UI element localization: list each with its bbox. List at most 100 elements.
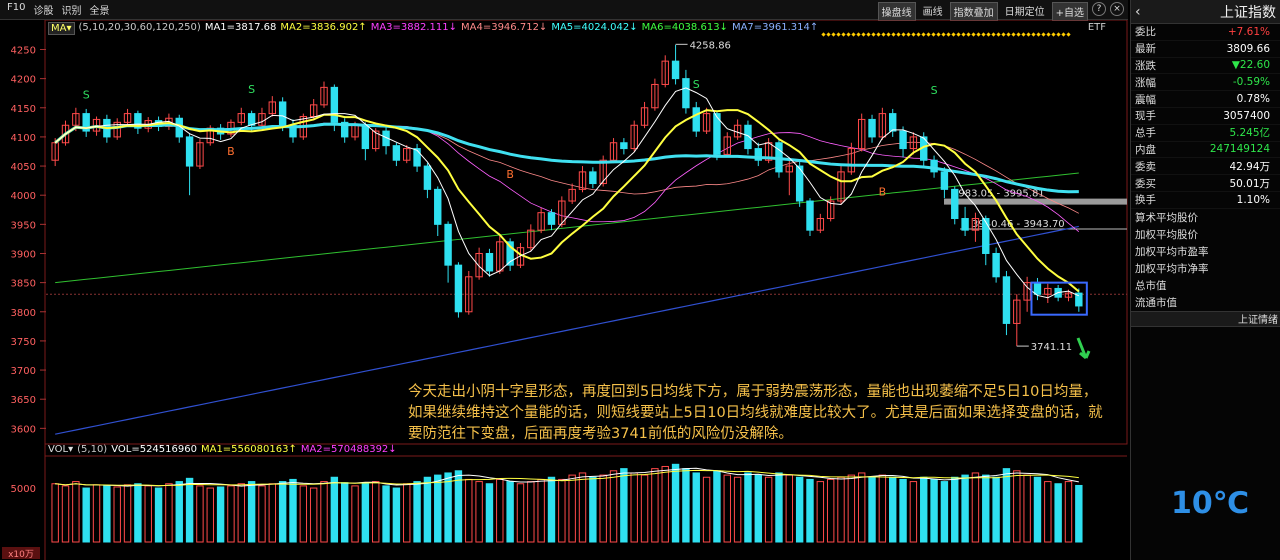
candle-body [454,264,463,313]
price-axis-label: 3800 [11,308,36,319]
quote-row: 委比 +7.61% [1131,24,1280,41]
high-price-label: 4258.86 [690,40,731,51]
signal-diamond-icon [881,32,886,37]
volume-bar [227,485,235,543]
signal-diamond-icon [1056,32,1061,37]
price-axis-label: 4200 [11,75,36,86]
signal-diamond-icon [1041,32,1046,37]
price-axis-label: 3950 [11,220,36,231]
signal-diamond-icon [1046,32,1051,37]
help-icon[interactable]: ? [1092,2,1106,16]
signal-diamond-icon [1016,32,1021,37]
signal-diamond-icon [866,32,871,37]
menu-f10[interactable]: F10 [4,2,28,17]
signal-diamond-icon [986,32,991,37]
quote-row-value: 50.01万 [1229,177,1270,190]
signal-diamond-icon [856,32,861,37]
index-overlay-dropdown[interactable]: 指数叠加 [949,2,998,21]
quote-row: 涨幅 -0.59% [1131,74,1280,92]
signal-diamond-icon [826,32,831,37]
date-locate-button[interactable]: 日期定位 [1002,2,1048,21]
volume-bar [1064,481,1073,543]
trade-line-dropdown[interactable]: 操盘线 [877,2,916,21]
candle-body [589,171,597,185]
chart-tools: 操盘线 画线 指数叠加 日期定位 +自选 ? × [877,2,1124,21]
etf-toggle[interactable]: ETF [1088,22,1106,33]
quote-rows: 委比 +7.61% 最新 3809.66 涨跌 ▼22.60 涨幅 -0.59% 震幅 0.78%… [1131,24,1280,209]
volume-bar [413,481,421,543]
volume-bar [454,470,463,543]
quote-row: 委买 50.01万 [1131,175,1280,192]
close-icon[interactable]: × [1110,2,1124,16]
volume-bar [113,486,121,543]
buy-signal-icon: B [227,145,235,158]
price-axis-label: 3900 [11,249,36,260]
volume-bar [889,476,897,543]
volume-bar [123,484,132,543]
price-axis-label: 4250 [11,45,36,56]
signal-diamond-icon [961,32,966,37]
volume-bar [1044,481,1052,543]
signal-diamond-icon [906,32,911,37]
quote-row-label: 现手 [1135,110,1156,123]
kline-chart-area: 4250 4200 4150 4100 4050 4000 3950 3900 3850 3800… [0,20,1128,560]
signal-diamond-icon [1066,32,1071,37]
candle-body [330,86,339,123]
volume-bar [951,476,959,543]
ma6-value: MA6=4038.613↓ [641,22,728,33]
quote-row: 委卖 42.94万 [1131,158,1280,176]
volume-bar [361,483,370,543]
quote-row: 现手 3057400 [1131,108,1280,125]
ma-selector[interactable]: MA▾ [48,22,75,35]
quote-row: 震幅 0.78% [1131,91,1280,108]
volume-bar [661,465,669,543]
candle-body [361,124,370,150]
signal-diamond-icon [1051,32,1056,37]
quote-row-label: 委买 [1135,177,1156,190]
price-axis-label: 3700 [11,366,36,377]
kline-chart[interactable]: 4250 4200 4150 4100 4050 4000 3950 3900 3850 3800… [0,20,1128,560]
ma4-value: MA4=3946.712↓ [461,22,548,33]
volume-bar [258,485,266,543]
signal-diamond-icon [821,32,826,37]
signal-diamond-icon [1031,32,1036,37]
index-name: 上证指数 [1220,4,1276,21]
candle-body [671,60,680,80]
volume-bar [320,481,328,543]
volume-bar [1002,468,1011,543]
draw-line-button[interactable]: 画线 [920,2,946,21]
menu-diagnose[interactable]: 诊股 [30,2,56,17]
signal-diamond-icon [836,32,841,37]
volume-bar [423,476,432,543]
volume-bar [578,472,587,543]
candle-body [547,212,556,225]
volume-bar [702,476,711,543]
price-axis-label: 4100 [11,133,36,144]
valuation-rows: 算术平均股价 加权平均股价 加权平均市盈率 加权平均市净率 总市值 流通市值 [1131,209,1280,311]
volume-bar [620,468,628,543]
buy-signal-icon: B [506,168,514,181]
volume-bar [785,474,794,543]
vol-selector[interactable]: VOL▾ [48,444,73,455]
volume-bar [878,474,887,543]
signal-diamond-icon [896,32,901,37]
signal-diamond-icon [981,32,986,37]
signal-diamond-icon [916,32,921,37]
menu-panorama[interactable]: 全景 [86,2,112,17]
menu-identify[interactable]: 识别 [58,2,84,17]
valuation-row: 算术平均股价 [1135,211,1198,224]
signal-diamond-icon [946,32,951,37]
back-icon[interactable]: ‹ [1135,4,1141,20]
volume-bar [475,481,483,543]
volume-bar [930,478,938,543]
volume-bar [713,470,721,543]
quote-row: 涨跌 ▼22.60 [1131,58,1280,75]
volume-bar [72,481,80,543]
quote-row-label: 委卖 [1135,160,1156,173]
candle-body [744,124,752,150]
sentiment-header[interactable]: 上证情绪 [1131,310,1280,327]
add-watchlist-button[interactable]: +自选 [1051,2,1088,21]
volume-bar [754,474,762,543]
quote-panel: ‹ 上证指数 委比 +7.61% 最新 3809.66 涨跌 ▼22.60 涨幅 -0.59%… [1130,0,1280,560]
signal-diamond-icon [976,32,981,37]
